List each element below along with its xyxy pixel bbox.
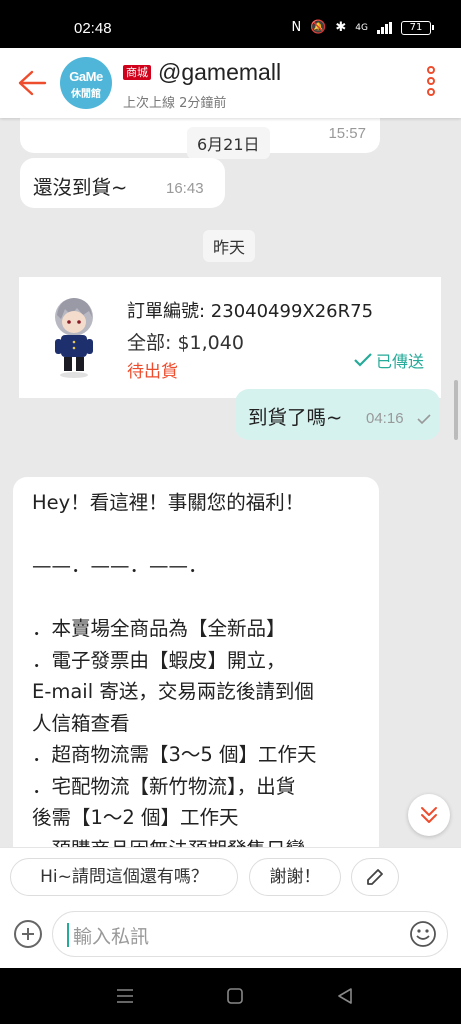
recent-apps-icon[interactable]	[116, 988, 134, 1004]
network-type: 4G	[355, 23, 368, 33]
mute-icon: 🔕	[310, 20, 327, 35]
message-time: 15:57	[328, 125, 366, 142]
order-status: 待出貨	[127, 362, 178, 382]
avatar-logo-text: GaMe	[69, 69, 103, 84]
quick-replies-bar: Hi~請問這個還有嗎？ 謝謝！	[0, 847, 461, 905]
scroll-to-bottom-button[interactable]	[408, 794, 450, 836]
quick-reply-chip[interactable]: 謝謝！	[249, 858, 341, 896]
chat-area[interactable]: 15:57 6月21日 還沒到貨~ 16:43 昨天 訂單編號: 2304049…	[0, 118, 461, 847]
status-icons: N 🔕 ✱ 4G 71	[291, 20, 434, 35]
date-separator: 6月21日	[187, 127, 270, 159]
status-time: 02:48	[74, 20, 112, 37]
last-seen-status: 上次上線 2分鐘前	[123, 96, 227, 111]
battery-icon: 71	[401, 21, 434, 35]
shop-name[interactable]: @gamemall	[158, 59, 281, 86]
more-options-icon[interactable]	[423, 66, 439, 100]
sent-label: 已傳送	[375, 352, 424, 371]
order-card[interactable]: 訂單編號: 23040499X26R75 全部: $1,040 待出貨 已傳送	[19, 277, 441, 398]
message-text: Hey！看這裡！事關您的福利！ ——．——．——． ．本賣場全商品為【全新品】 …	[32, 491, 317, 847]
mall-badge: 商城	[123, 65, 151, 80]
system-nav-bar	[0, 968, 461, 1024]
date-separator: 昨天	[203, 230, 256, 262]
message-bubble-incoming-long: Hey！看這裡！事關您的福利！ ——．——．——． ．本賣場全商品為【全新品】 …	[13, 477, 379, 847]
back-icon[interactable]	[337, 988, 353, 1004]
chat-header: GaMe 休閒館 商城 @gamemall 上次上線 2分鐘前	[0, 48, 461, 118]
shop-avatar[interactable]: GaMe 休閒館	[60, 57, 112, 109]
emoji-icon[interactable]	[409, 920, 437, 948]
message-time: 16:43	[166, 180, 204, 197]
checkmark-icon	[354, 353, 372, 367]
back-arrow-icon[interactable]	[14, 66, 48, 100]
status-bar: 02:48 N 🔕 ✱ 4G 71	[0, 0, 461, 48]
message-input-bar: 輸入私訊	[0, 905, 461, 968]
message-time: 04:16	[366, 410, 404, 427]
message-input-placeholder: 輸入私訊	[73, 926, 150, 948]
signal-icon	[377, 22, 392, 34]
bluetooth-icon: ✱	[335, 20, 347, 35]
order-total: 全部: $1,040	[127, 332, 244, 354]
message-input[interactable]: 輸入私訊	[52, 911, 448, 957]
double-chevron-down-icon	[421, 807, 437, 823]
order-number: 訂單編號: 23040499X26R75	[127, 301, 374, 322]
nfc-icon: N	[291, 20, 302, 35]
home-icon[interactable]	[227, 988, 243, 1004]
read-check-icon	[417, 414, 431, 425]
message-text: 還沒到貨~	[33, 176, 128, 199]
sent-status: 已傳送	[354, 348, 424, 372]
text-cursor	[67, 923, 69, 947]
add-attachment-icon[interactable]	[14, 920, 42, 948]
message-text: 到貨了嗎~	[248, 406, 343, 429]
avatar-logo-subtext: 休閒館	[71, 89, 101, 100]
scrollbar[interactable]	[454, 380, 458, 440]
edit-icon	[367, 869, 383, 885]
quick-reply-chip[interactable]: Hi~請問這個還有嗎？	[10, 858, 238, 896]
message-bubble-outgoing: 到貨了嗎~ 04:16	[235, 389, 440, 440]
message-bubble-incoming: 還沒到貨~ 16:43	[20, 158, 225, 208]
product-thumbnail	[55, 298, 93, 378]
edit-quick-replies-button[interactable]	[351, 858, 399, 896]
